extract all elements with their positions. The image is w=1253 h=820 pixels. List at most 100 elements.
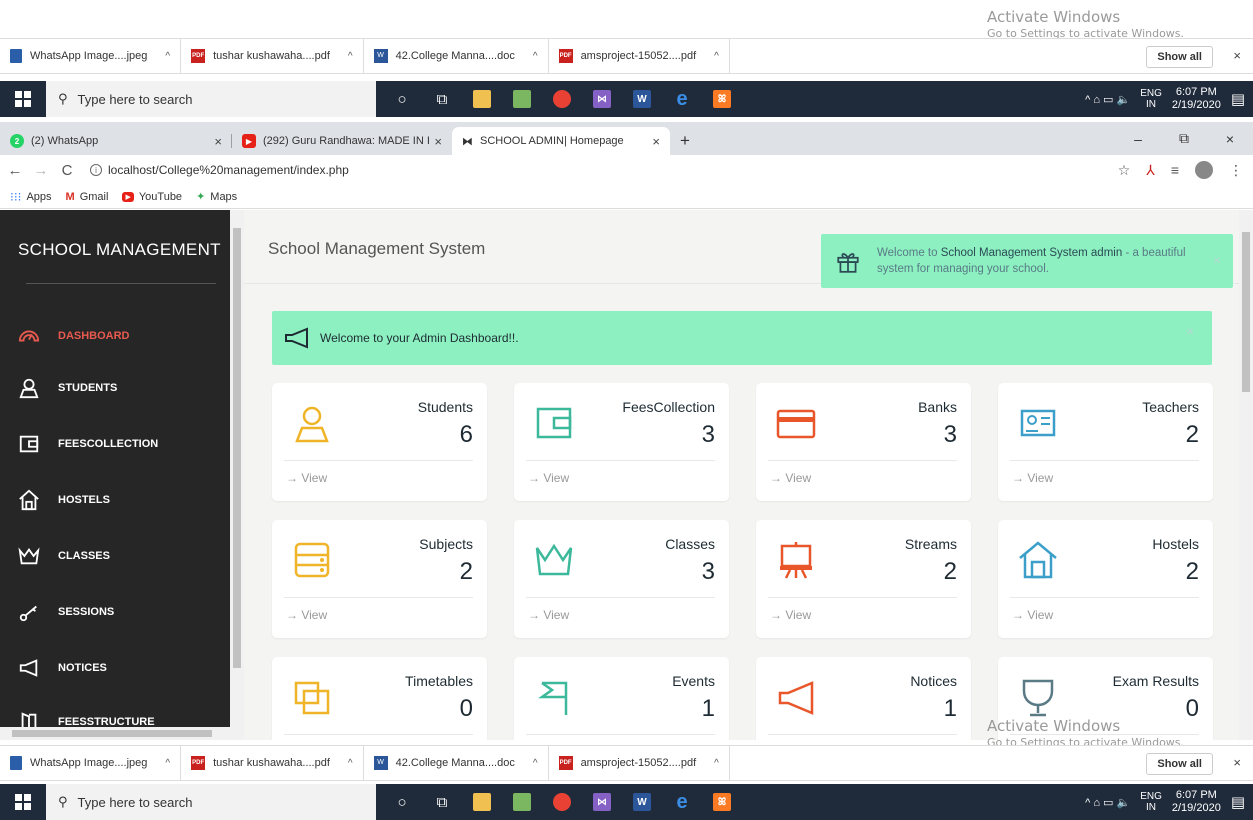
forward-icon[interactable]: →	[30, 162, 52, 179]
back-icon[interactable]: ←	[4, 162, 26, 179]
chrome-icon[interactable]	[542, 784, 582, 820]
view-link[interactable]: → View	[1012, 471, 1053, 485]
sidebar-horizontal-scrollbar[interactable]	[0, 727, 244, 740]
task-view-icon[interactable]: ⧉	[422, 81, 462, 117]
scrollbar-thumb[interactable]	[12, 730, 212, 737]
chevron-up-icon[interactable]: ^	[533, 51, 538, 62]
notepad-icon[interactable]	[502, 81, 542, 117]
taskbar-search-input[interactable]: ⚲ Type here to search	[46, 81, 376, 117]
card-feescollection[interactable]: FeesCollection 3 → View	[514, 383, 729, 501]
view-link[interactable]: → View	[770, 471, 811, 485]
card-hostels[interactable]: Hostels 2 → View	[998, 520, 1213, 638]
close-icon[interactable]: ×	[1213, 252, 1221, 268]
tab-youtube[interactable]: ▶ (292) Guru Randhawa: MADE IN I ×	[232, 127, 452, 155]
card-notices[interactable]: Notices 1 → View	[756, 657, 971, 740]
bookmark-maps[interactable]: ✦ Maps	[196, 190, 237, 204]
bookmark-youtube[interactable]: ▶ YouTube	[122, 191, 182, 203]
profile-avatar[interactable]	[1195, 161, 1213, 179]
card-students[interactable]: Students 6 → View	[272, 383, 487, 501]
sidebar-item-notices[interactable]: NOTICES	[18, 655, 107, 681]
view-link[interactable]: → View	[286, 471, 327, 485]
card-streams[interactable]: Streams 2 → View	[756, 520, 971, 638]
start-button[interactable]	[0, 81, 46, 117]
close-icon[interactable]: ×	[214, 134, 222, 149]
reload-icon[interactable]: C	[56, 162, 78, 179]
visual-studio-icon[interactable]: ⋈	[582, 81, 622, 117]
close-icon[interactable]: ×	[1233, 755, 1241, 770]
chevron-up-icon[interactable]: ^	[714, 51, 719, 62]
card-timetables[interactable]: Timetables 0 → View	[272, 657, 487, 740]
chrome-icon[interactable]	[542, 81, 582, 117]
sidebar-scrollbar[interactable]	[230, 210, 244, 740]
download-item[interactable]: PDF amsproject-15052....pdf ^	[549, 39, 730, 73]
view-link[interactable]: → View	[286, 608, 327, 622]
download-item[interactable]: PDF amsproject-15052....pdf ^	[549, 746, 730, 780]
bookmark-gmail[interactable]: M Gmail	[66, 191, 109, 203]
close-window-icon[interactable]: ×	[1207, 131, 1253, 147]
url-field[interactable]: i localhost/College%20management/index.ph…	[90, 163, 349, 177]
edge-icon[interactable]: e	[662, 784, 702, 820]
view-link[interactable]: → View	[1012, 608, 1053, 622]
download-item[interactable]: PDF tushar kushawaha....pdf ^	[181, 746, 364, 780]
notifications-icon[interactable]: ▤	[1231, 793, 1245, 811]
menu-icon[interactable]: ⋮	[1229, 162, 1243, 179]
download-item[interactable]: W 42.College Manna....doc ^	[364, 39, 549, 73]
card-events[interactable]: Events 1 → View	[514, 657, 729, 740]
show-all-button[interactable]: Show all	[1146, 753, 1213, 775]
close-icon[interactable]: ×	[1233, 48, 1241, 63]
view-link[interactable]: → View	[770, 608, 811, 622]
sidebar-item-feescollection[interactable]: FEESCOLLECTION	[18, 431, 158, 457]
card-banks[interactable]: Banks 3 → View	[756, 383, 971, 501]
xampp-icon[interactable]: ꕤ	[702, 784, 742, 820]
download-item[interactable]: WhatsApp Image....jpeg ^	[0, 746, 182, 780]
download-item[interactable]: W 42.College Manna....doc ^	[364, 746, 549, 780]
pdf-extension-icon[interactable]: ⅄	[1146, 162, 1155, 179]
view-link[interactable]: → View	[528, 471, 569, 485]
language-indicator[interactable]: ENG IN	[1140, 791, 1162, 813]
sidebar-item-hostels[interactable]: HOSTELS	[18, 487, 110, 513]
tab-school-admin[interactable]: ⧓ SCHOOL ADMIN| Homepage ×	[452, 127, 670, 155]
close-icon[interactable]: ×	[434, 134, 442, 149]
word-icon[interactable]: W	[622, 784, 662, 820]
restore-icon[interactable]: ⧉	[1161, 130, 1207, 147]
close-icon[interactable]: ×	[1186, 323, 1194, 339]
tray-icons[interactable]: ^ ⌂ ▭ 🔈	[1085, 93, 1130, 106]
visual-studio-icon[interactable]: ⋈	[582, 784, 622, 820]
clock[interactable]: 6:07 PM 2/19/2020	[1172, 86, 1221, 112]
bookmark-apps[interactable]: ⁝⁝⁝ Apps	[10, 190, 52, 204]
chevron-up-icon[interactable]: ^	[348, 758, 353, 769]
close-icon[interactable]: ×	[652, 134, 660, 149]
clock[interactable]: 6:07 PM 2/19/2020	[1172, 789, 1221, 815]
chevron-up-icon[interactable]: ^	[165, 51, 170, 62]
chevron-up-icon[interactable]: ^	[533, 758, 538, 769]
sidebar-item-dashboard[interactable]: DASHBOARD	[18, 323, 130, 349]
chevron-up-icon[interactable]: ^	[165, 758, 170, 769]
sidebar-item-sessions[interactable]: SESSIONS	[18, 599, 114, 625]
task-view-icon[interactable]: ⧉	[422, 784, 462, 820]
taskbar-search-input[interactable]: ⚲ Type here to search	[46, 784, 376, 820]
cortana-icon[interactable]: ○	[382, 81, 422, 117]
chevron-up-icon[interactable]: ^	[348, 51, 353, 62]
card-subjects[interactable]: Subjects 2 → View	[272, 520, 487, 638]
bookmark-star-icon[interactable]: ☆	[1118, 162, 1131, 179]
cortana-icon[interactable]: ○	[382, 784, 422, 820]
scrollbar-thumb[interactable]	[233, 228, 241, 668]
language-indicator[interactable]: ENG IN	[1140, 88, 1162, 110]
card-exam-results[interactable]: Exam Results 0 → View	[998, 657, 1213, 740]
edge-icon[interactable]: e	[662, 81, 702, 117]
new-tab-button[interactable]: +	[670, 127, 700, 155]
info-icon[interactable]: i	[90, 164, 102, 176]
download-item[interactable]: WhatsApp Image....jpeg ^	[0, 39, 182, 73]
xampp-icon[interactable]: ꕤ	[702, 81, 742, 117]
start-button[interactable]	[0, 784, 46, 820]
file-explorer-icon[interactable]	[462, 784, 502, 820]
word-icon[interactable]: W	[622, 81, 662, 117]
card-classes[interactable]: Classes 3 → View	[514, 520, 729, 638]
tab-whatsapp[interactable]: 2 (2) WhatsApp ×	[0, 127, 232, 155]
download-item[interactable]: PDF tushar kushawaha....pdf ^	[181, 39, 364, 73]
tray-icons[interactable]: ^ ⌂ ▭ 🔈	[1085, 796, 1130, 809]
notifications-icon[interactable]: ▤	[1231, 90, 1245, 108]
notepad-icon[interactable]	[502, 784, 542, 820]
sidebar-item-classes[interactable]: CLASSES	[18, 543, 110, 569]
reading-list-icon[interactable]: ≡	[1171, 162, 1179, 178]
